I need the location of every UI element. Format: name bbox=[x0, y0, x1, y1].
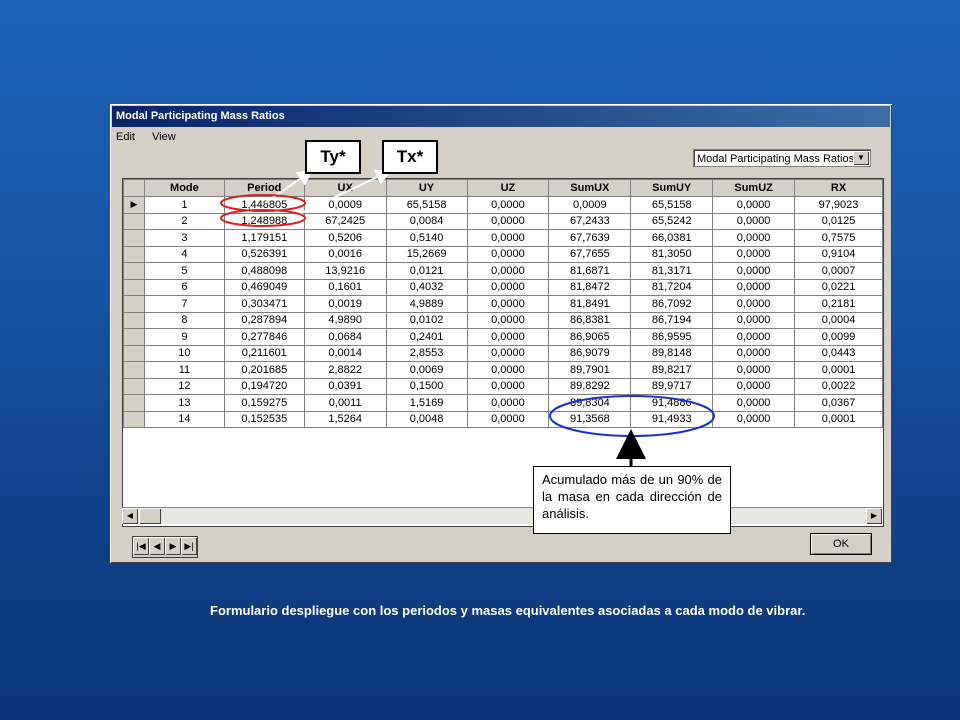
tx-label: Tx* bbox=[382, 140, 438, 174]
slide-caption: Formulario despliegue con los periodos y… bbox=[210, 603, 806, 618]
callout-note: Acumulado más de un 90% de la masa en ca… bbox=[533, 466, 731, 534]
tx-arrow bbox=[294, 169, 392, 217]
period-2-highlight bbox=[220, 209, 306, 227]
ty-arrow bbox=[264, 169, 314, 204]
ty-label: Ty* bbox=[305, 140, 361, 174]
sum-mass-highlight bbox=[549, 395, 715, 437]
period-1-highlight bbox=[220, 194, 306, 212]
